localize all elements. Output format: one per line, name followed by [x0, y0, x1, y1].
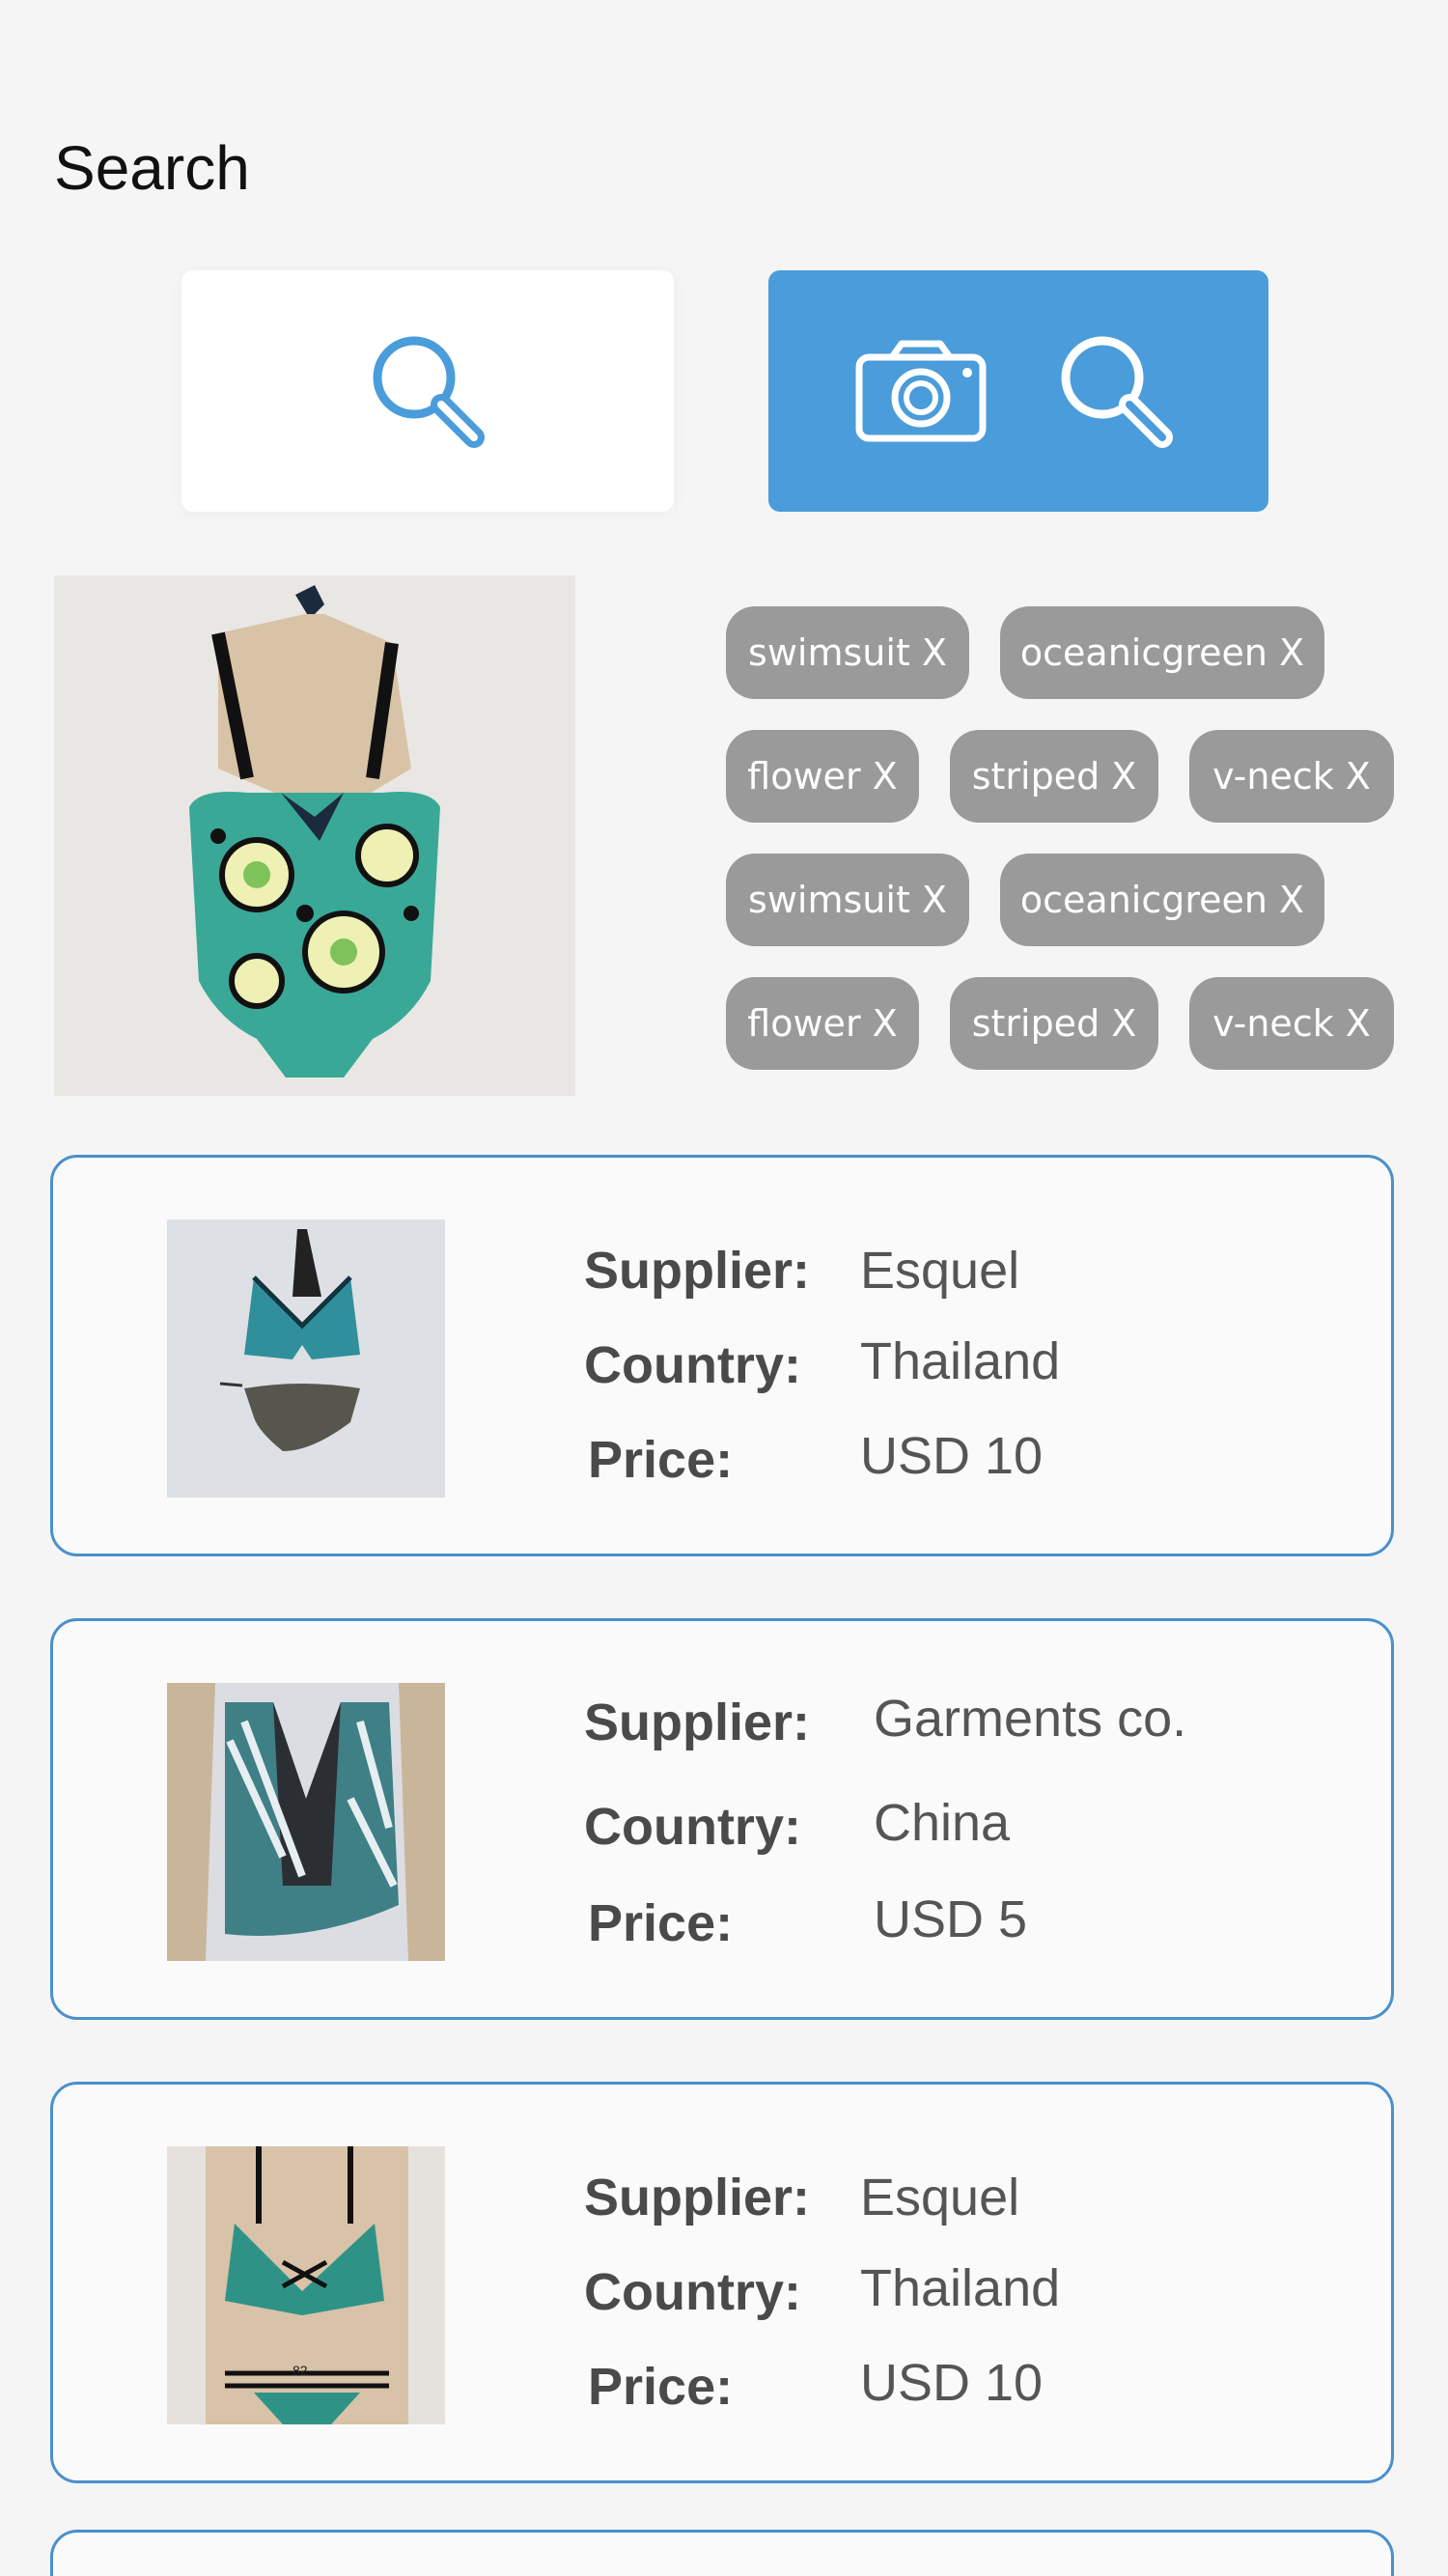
supplier-label: Supplier:: [584, 2169, 811, 2226]
tag-chip[interactable]: striped X: [950, 730, 1158, 823]
supplier-value: Esquel: [860, 1242, 1020, 1300]
tag-label: oceanicgreen X: [1019, 879, 1305, 921]
search-icon: [373, 336, 485, 448]
result-card[interactable]: [50, 2530, 1394, 2576]
supplier-label: Supplier:: [584, 1242, 811, 1300]
tag-label: flower X: [747, 1002, 898, 1045]
price-label: Price:: [588, 1894, 734, 1952]
svg-text:82: 82: [292, 2363, 308, 2378]
tag-label: swimsuit X: [748, 879, 947, 921]
product-thumbnail: [167, 1683, 445, 1961]
country-value: Thailand: [860, 2259, 1061, 2317]
price-value: USD 5: [874, 1890, 1028, 1948]
price-label: Price:: [588, 1431, 734, 1489]
tag-label: v-neck X: [1212, 755, 1371, 798]
product-thumbnail: [167, 1219, 445, 1498]
image-search-button[interactable]: [768, 270, 1268, 512]
price-value: USD 10: [860, 2354, 1044, 2412]
text-search-button[interactable]: [181, 270, 674, 512]
tag-chip[interactable]: v-neck X: [1189, 730, 1394, 823]
tag-chip[interactable]: swimsuit X: [726, 606, 969, 699]
camera-icon: [855, 340, 987, 442]
supplier-value: Garments co.: [874, 1690, 1187, 1748]
tag-chip[interactable]: v-neck X: [1189, 977, 1394, 1070]
tag-chip[interactable]: oceanicgreen X: [1000, 854, 1324, 946]
price-label: Price:: [588, 2358, 734, 2416]
supplier-value: Esquel: [860, 2169, 1020, 2226]
query-photo: [54, 575, 575, 1096]
country-value: China: [874, 1794, 1011, 1852]
tag-label: striped X: [971, 1002, 1137, 1045]
tag-chip[interactable]: swimsuit X: [726, 854, 969, 946]
result-card[interactable]: 82 Supplier: Esquel Country: Thailand Pr…: [50, 2082, 1394, 2483]
country-label: Country:: [584, 2263, 801, 2321]
tag-label: striped X: [971, 755, 1137, 798]
tag-chip[interactable]: striped X: [950, 977, 1158, 1070]
country-value: Thailand: [860, 1332, 1061, 1390]
country-label: Country:: [584, 1798, 801, 1856]
country-label: Country:: [584, 1336, 801, 1394]
search-icon: [1061, 336, 1173, 448]
tag-chip[interactable]: flower X: [726, 977, 919, 1070]
tag-label: swimsuit X: [748, 631, 947, 674]
tag-chip[interactable]: flower X: [726, 730, 919, 823]
product-thumbnail: 82: [167, 2146, 445, 2424]
page-title: Search: [54, 133, 250, 203]
price-value: USD 10: [860, 1427, 1044, 1485]
result-card[interactable]: Supplier: Esquel Country: Thailand Price…: [50, 1155, 1394, 1556]
tag-label: v-neck X: [1212, 1002, 1371, 1045]
tag-label: flower X: [747, 755, 898, 798]
tag-label: oceanicgreen X: [1019, 631, 1305, 674]
supplier-label: Supplier:: [584, 1694, 811, 1751]
result-card[interactable]: Supplier: Garments co. Country: China Pr…: [50, 1618, 1394, 2020]
tag-chip[interactable]: oceanicgreen X: [1000, 606, 1324, 699]
